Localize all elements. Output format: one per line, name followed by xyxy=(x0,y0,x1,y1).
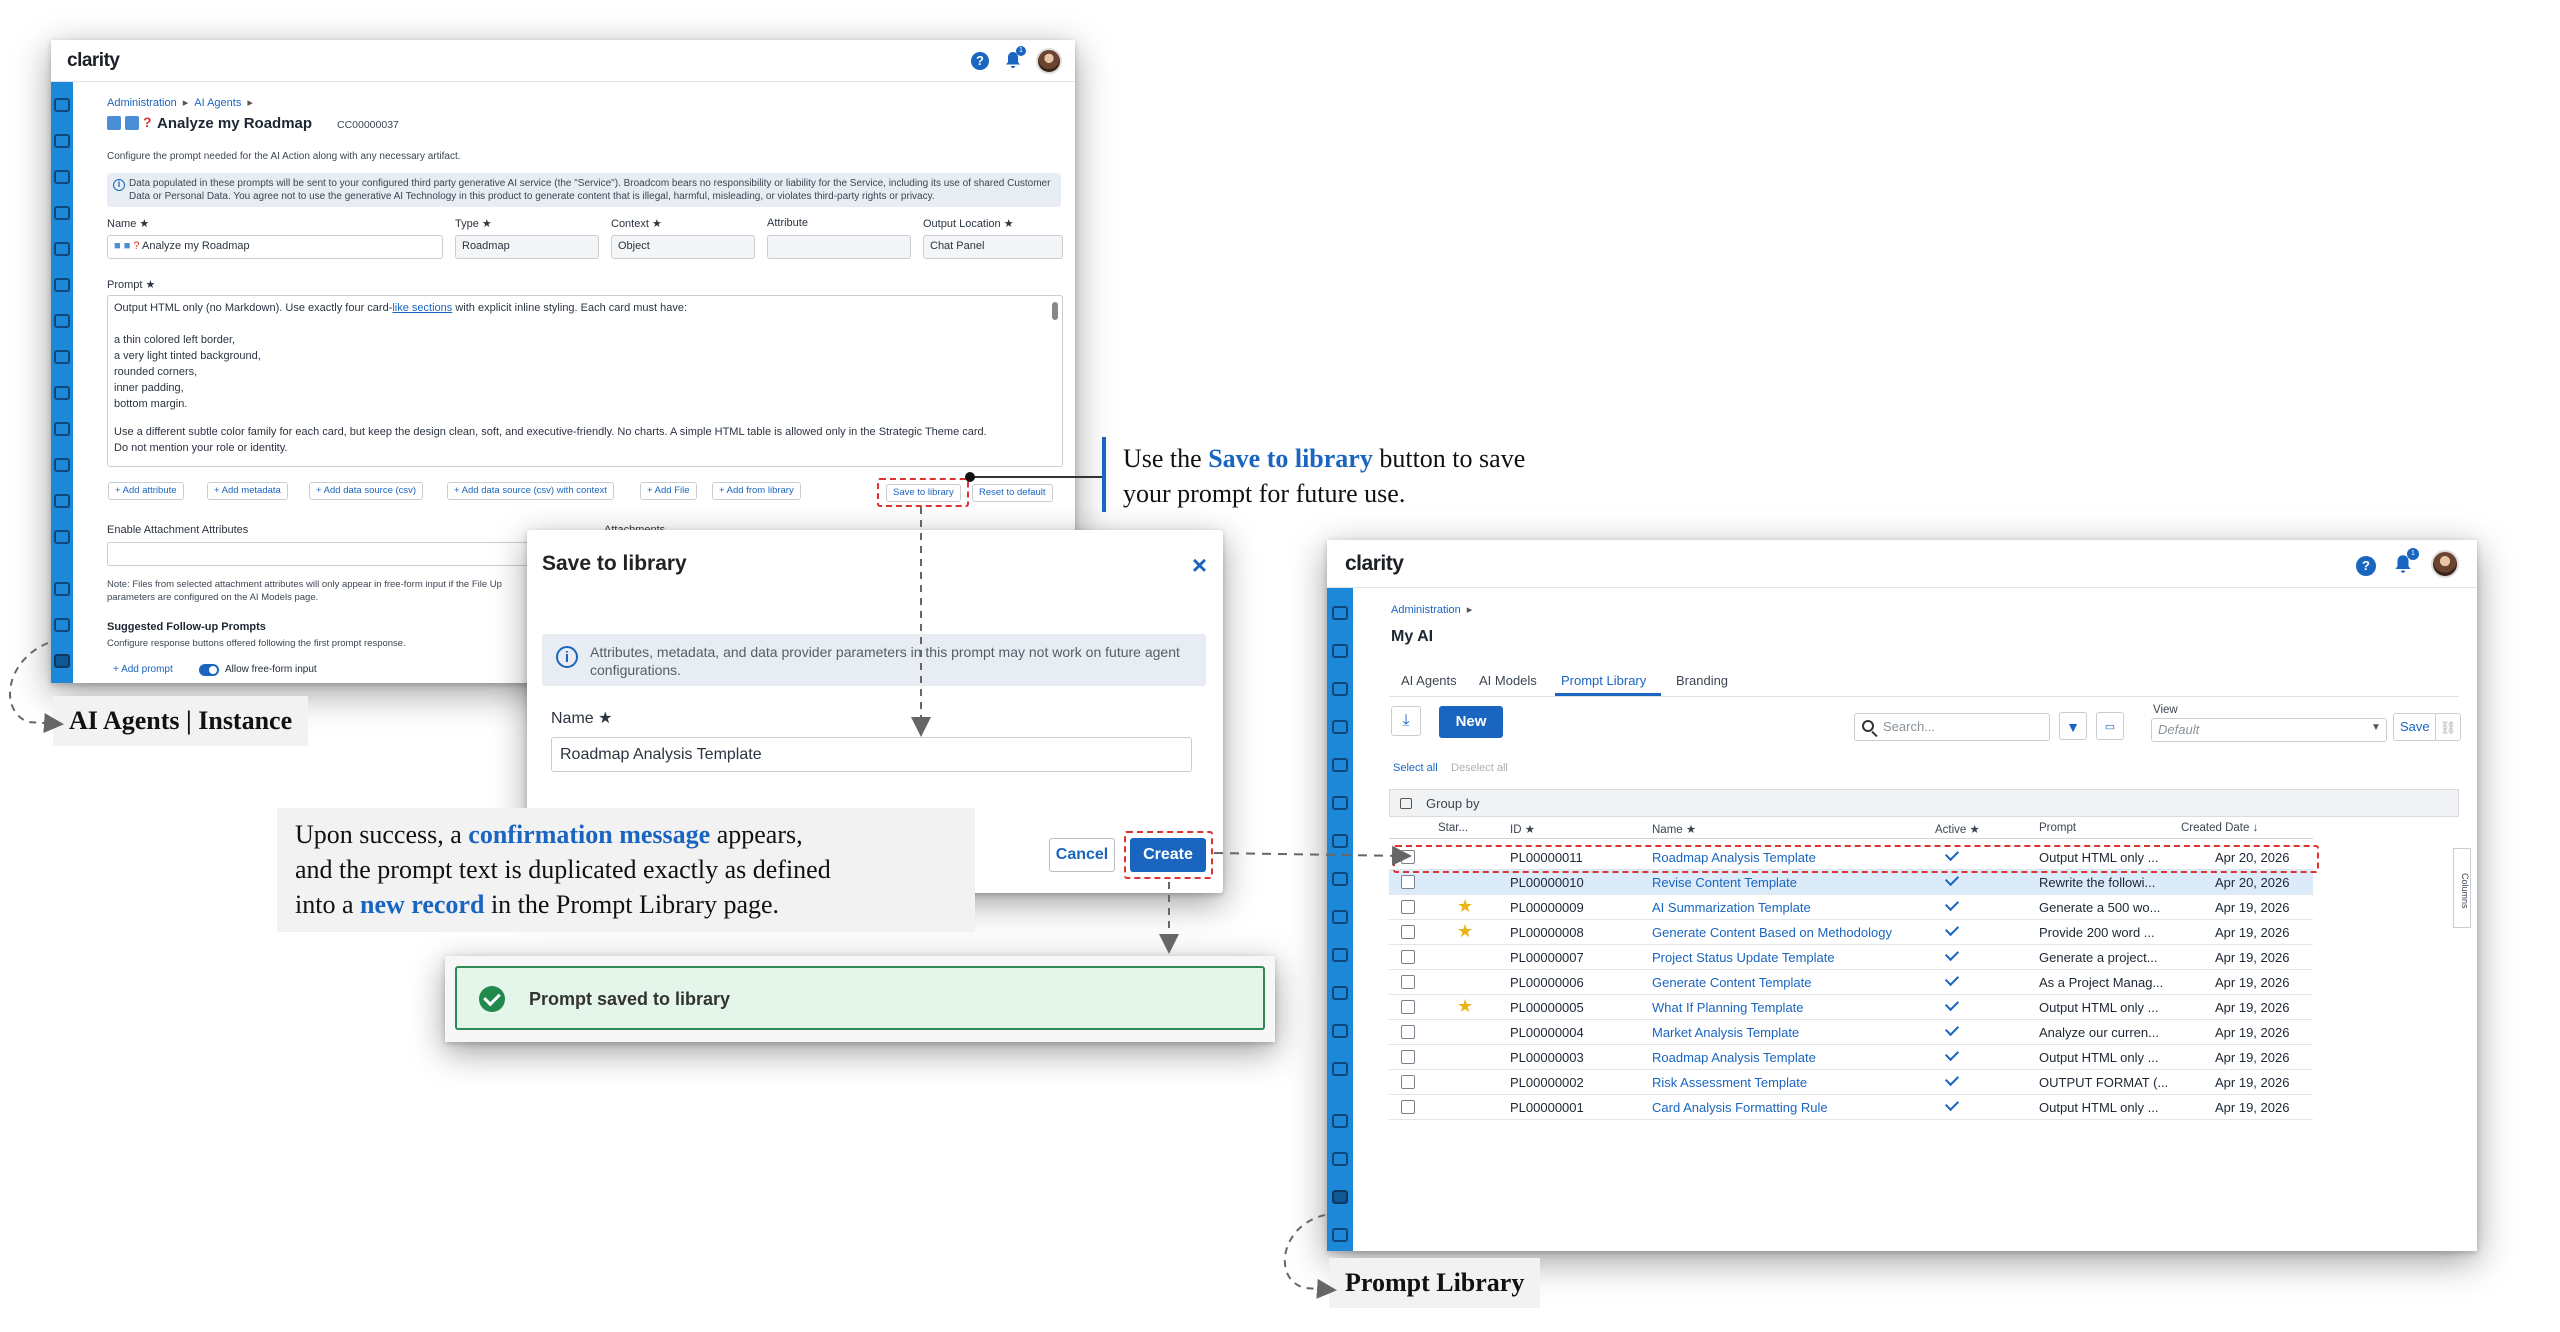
tag-curve-2 xyxy=(1283,1214,1337,1299)
callout-dot xyxy=(965,472,975,482)
arrow-to-new-record xyxy=(1213,845,1412,866)
tag-curve-1 xyxy=(9,642,64,733)
connector-lines xyxy=(9,472,1412,1299)
